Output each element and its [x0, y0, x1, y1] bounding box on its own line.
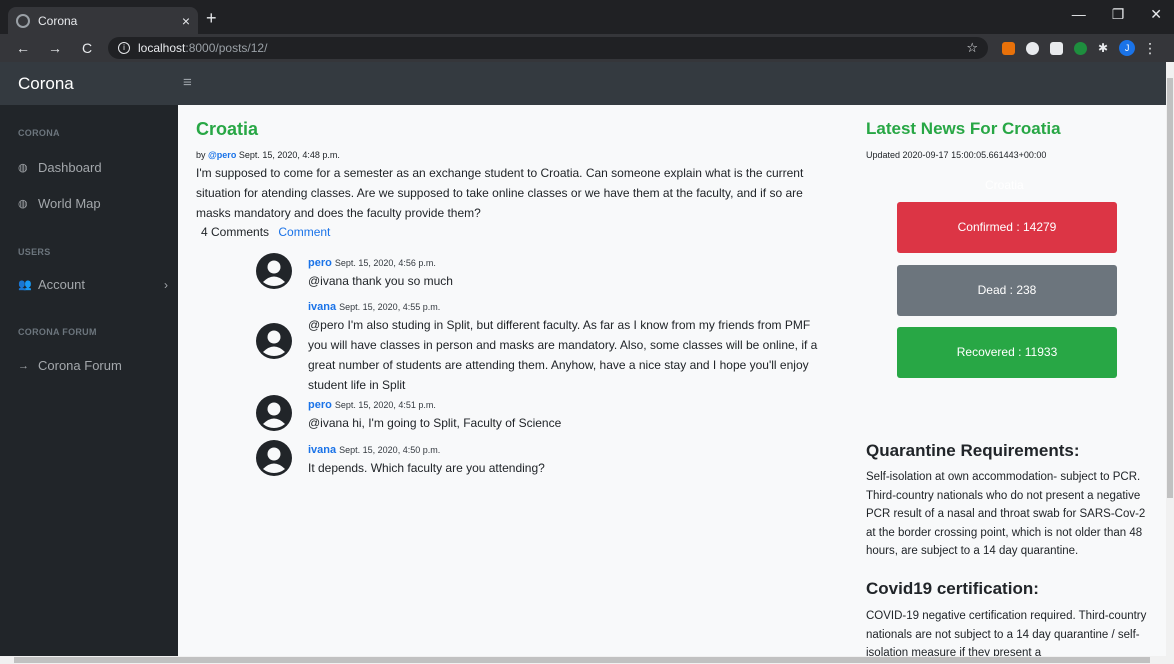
main-content: Croatia by @pero Sept. 15, 2020, 4:48 p.…: [178, 105, 1166, 656]
comment-author-link[interactable]: pero: [308, 257, 332, 269]
post-meta: by @pero Sept. 15, 2020, 4:48 p.m.: [196, 150, 340, 160]
sidebar-heading: CORONA: [18, 128, 60, 138]
vertical-scrollbar[interactable]: [1166, 62, 1174, 664]
comment-item: ivana Sept. 15, 2020, 4:55 p.m. @pero I'm…: [256, 297, 818, 395]
comment-text: @ivana hi, I'm going to Split, Faculty o…: [308, 416, 562, 430]
sidebar-item-world-map[interactable]: ◍ World Map: [18, 196, 168, 211]
post-date: Sept. 15, 2020, 4:48 p.m.: [238, 150, 340, 160]
browser-tab-bar: Corona × + — ❐ ✕: [0, 0, 1174, 34]
scroll-thumb[interactable]: [14, 657, 1150, 663]
post-body: I'm supposed to come for a semester as a…: [196, 166, 804, 220]
comment-author-link[interactable]: pero: [308, 399, 332, 411]
sidebar: CORONA ◍ Dashboard ◍ World Map USERS 👥 A…: [0, 105, 178, 664]
tab-title: Corona: [38, 13, 78, 28]
hamburger-menu-icon[interactable]: ≡: [183, 74, 192, 91]
sidebar-item-dashboard[interactable]: ◍ Dashboard: [18, 160, 168, 175]
arrow-right-icon: →: [18, 359, 29, 372]
extensions-area: ✱ J: [1002, 40, 1136, 56]
url-host: localhost: [138, 41, 186, 55]
extension-icon[interactable]: [1002, 41, 1015, 55]
quarantine-title: Quarantine Requirements:: [866, 441, 1080, 460]
comment-text: @pero I'm also studing in Split, but dif…: [308, 318, 818, 392]
user-avatar-icon: [256, 440, 292, 476]
scroll-thumb[interactable]: [1167, 78, 1173, 498]
comments-bar: 4 Comments Comment: [201, 225, 330, 239]
quarantine-text: Self-isolation at own accommodation- sub…: [866, 471, 1146, 557]
comment-author-link[interactable]: ivana: [308, 301, 336, 313]
comment-link[interactable]: Comment: [278, 225, 330, 239]
post-title: Croatia: [196, 119, 259, 139]
reload-icon[interactable]: C: [78, 40, 96, 56]
comment-item: pero Sept. 15, 2020, 4:56 p.m. @ivana tha…: [256, 253, 818, 291]
comment-date: Sept. 15, 2020, 4:50 p.m.: [339, 445, 441, 455]
recovered-stat-card: Recovered : 11933: [897, 327, 1117, 378]
back-arrow-icon[interactable]: ←: [14, 40, 32, 56]
browser-tab[interactable]: Corona ×: [8, 7, 198, 34]
user-avatar-icon: [256, 395, 292, 431]
puzzle-icon[interactable]: ✱: [1098, 41, 1108, 55]
comment-author-link[interactable]: ivana: [308, 444, 336, 456]
news-title: Latest News For Croatia: [866, 119, 1061, 138]
chevron-right-icon: ›: [164, 277, 168, 292]
comment-item: ivana Sept. 15, 2020, 4:50 p.m. It depend…: [256, 440, 818, 478]
forward-arrow-icon[interactable]: →: [46, 40, 64, 56]
sidebar-item-account[interactable]: 👥 Account ›: [18, 277, 168, 292]
app-header: Corona ≡: [0, 62, 1166, 105]
user-avatar-icon: [256, 323, 292, 359]
close-tab-icon[interactable]: ×: [182, 13, 190, 29]
horizontal-scrollbar[interactable]: [0, 656, 1166, 664]
dead-stat-card: Dead : 238: [897, 265, 1117, 316]
new-tab-button[interactable]: +: [206, 8, 217, 29]
palette-icon: ◍: [18, 198, 28, 210]
url-path: :8000/posts/12/: [185, 41, 268, 55]
news-updated: Updated 2020-09-17 15:00:05.661443+00:00: [866, 150, 1047, 160]
browser-toolbar: ← → C i localhost:8000/posts/12/ ☆ ✱ J ⋮: [0, 34, 1174, 62]
more-menu-icon[interactable]: ⋮: [1143, 40, 1157, 57]
minimize-icon[interactable]: —: [1072, 6, 1086, 23]
comment-text: @ivana thank you so much: [308, 274, 453, 288]
user-avatar-icon: [256, 253, 292, 289]
restore-icon[interactable]: ❐: [1112, 6, 1125, 23]
bookmark-star-icon[interactable]: ☆: [966, 40, 978, 56]
comment-text: It depends. Which faculty are you attend…: [308, 461, 545, 475]
sidebar-heading: USERS: [18, 247, 51, 257]
confirmed-stat-card: Confirmed : 14279: [897, 202, 1117, 253]
extension-icon[interactable]: [1074, 41, 1087, 55]
users-icon: 👥: [18, 279, 32, 291]
profile-avatar[interactable]: J: [1119, 40, 1136, 56]
extension-icon[interactable]: [1026, 41, 1039, 55]
brand-logo[interactable]: Corona: [18, 74, 74, 94]
comment-date: Sept. 15, 2020, 4:55 p.m.: [339, 302, 441, 312]
certification-title: Covid19 certification:: [866, 579, 1039, 598]
address-bar[interactable]: i localhost:8000/posts/12/ ☆: [108, 37, 988, 59]
country-label: Croatia: [985, 178, 1024, 192]
comment-date: Sept. 15, 2020, 4:51 p.m.: [334, 400, 436, 410]
certification-text: COVID-19 negative certification required…: [866, 610, 1147, 656]
comment-date: Sept. 15, 2020, 4:56 p.m.: [334, 258, 436, 268]
sidebar-heading: CORONA FORUM: [18, 327, 97, 337]
window-controls: — ❐ ✕: [1072, 6, 1162, 23]
comment-item: pero Sept. 15, 2020, 4:51 p.m. @ivana hi,…: [256, 395, 818, 433]
post-author-link[interactable]: @pero: [208, 150, 236, 160]
sidebar-item-corona-forum[interactable]: → Corona Forum: [18, 358, 168, 373]
close-window-icon[interactable]: ✕: [1150, 6, 1162, 23]
comments-count: 4 Comments: [201, 225, 270, 239]
extension-icon[interactable]: [1050, 41, 1063, 55]
info-icon[interactable]: i: [118, 42, 130, 54]
globe-icon: [16, 13, 30, 28]
palette-icon: ◍: [18, 162, 28, 174]
